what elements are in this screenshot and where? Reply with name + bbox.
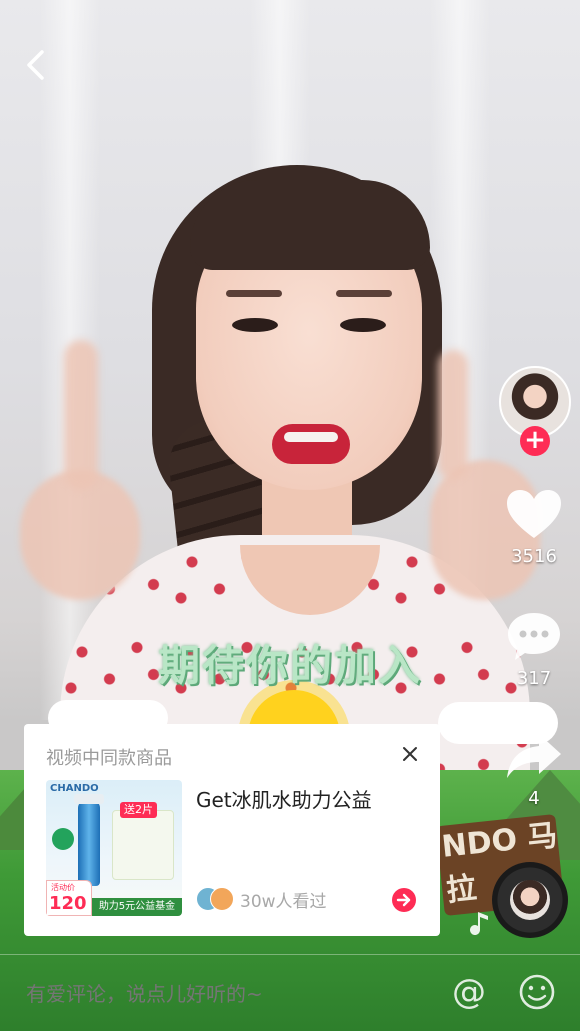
product-card-title: 视频中同款商品 — [46, 748, 172, 769]
close-icon — [403, 747, 417, 761]
share-count: 4 — [528, 788, 540, 809]
mention-button[interactable]: @ — [450, 973, 488, 1011]
arrow-right-icon — [396, 893, 411, 907]
person-teeth — [284, 432, 338, 442]
person-lips — [272, 424, 350, 464]
viewers-row: 30w人看过 — [196, 886, 327, 912]
product-brand: CHANDO — [50, 783, 99, 794]
close-button[interactable] — [398, 742, 422, 766]
comment-bar: @ — [0, 955, 580, 1031]
heart-icon — [507, 490, 561, 538]
emoji-button[interactable] — [518, 973, 556, 1011]
back-button[interactable] — [20, 46, 54, 84]
right-finger — [438, 350, 468, 480]
music-note-icon — [470, 912, 488, 935]
share-button[interactable]: 4 — [496, 730, 572, 809]
follow-button[interactable]: + — [520, 426, 550, 456]
product-name[interactable]: Get冰肌水助力公益 — [196, 784, 372, 813]
person-eye — [232, 318, 278, 332]
emoji-smile-icon — [519, 974, 555, 1010]
product-tag: 送2片 — [120, 802, 157, 818]
open-product-button[interactable] — [392, 888, 416, 912]
music-disc-button[interactable] — [492, 862, 568, 938]
comment-bubble-icon — [508, 613, 560, 660]
comment-button[interactable]: 317 — [496, 610, 572, 689]
comment-input[interactable] — [26, 979, 426, 1009]
charity-banner: 助力5元公益基金 — [92, 898, 182, 916]
product-bottle — [78, 800, 100, 886]
like-button[interactable]: 3516 — [496, 488, 572, 567]
left-finger — [64, 340, 98, 490]
like-count: 3516 — [511, 546, 557, 567]
price-box: 活动价 120 — [46, 880, 92, 916]
price-value: 120 — [49, 893, 87, 914]
viewers-count: 30w人看过 — [240, 891, 327, 912]
share-arrow-icon — [507, 734, 561, 778]
music-disc-icon — [510, 880, 550, 920]
product-bottle-cap — [74, 794, 104, 804]
viewer-avatar — [210, 887, 234, 911]
video-caption: 期待你的加入 — [157, 641, 422, 690]
comment-count: 317 — [516, 668, 552, 689]
product-badge — [52, 828, 74, 850]
price-label: 活动价 — [51, 883, 75, 892]
product-mask-pack — [112, 810, 174, 880]
person-brow — [226, 290, 282, 297]
product-thumbnail[interactable]: CHANDO 送2片 活动价 120 助力5元公益基金 — [46, 780, 182, 916]
person-brow — [336, 290, 392, 297]
product-card[interactable]: 视频中同款商品 CHANDO 送2片 活动价 120 助力5元公益基金 Get冰… — [24, 724, 440, 936]
person-bangs — [190, 180, 430, 270]
chevron-left-icon — [27, 50, 44, 80]
person-eye — [340, 318, 386, 332]
